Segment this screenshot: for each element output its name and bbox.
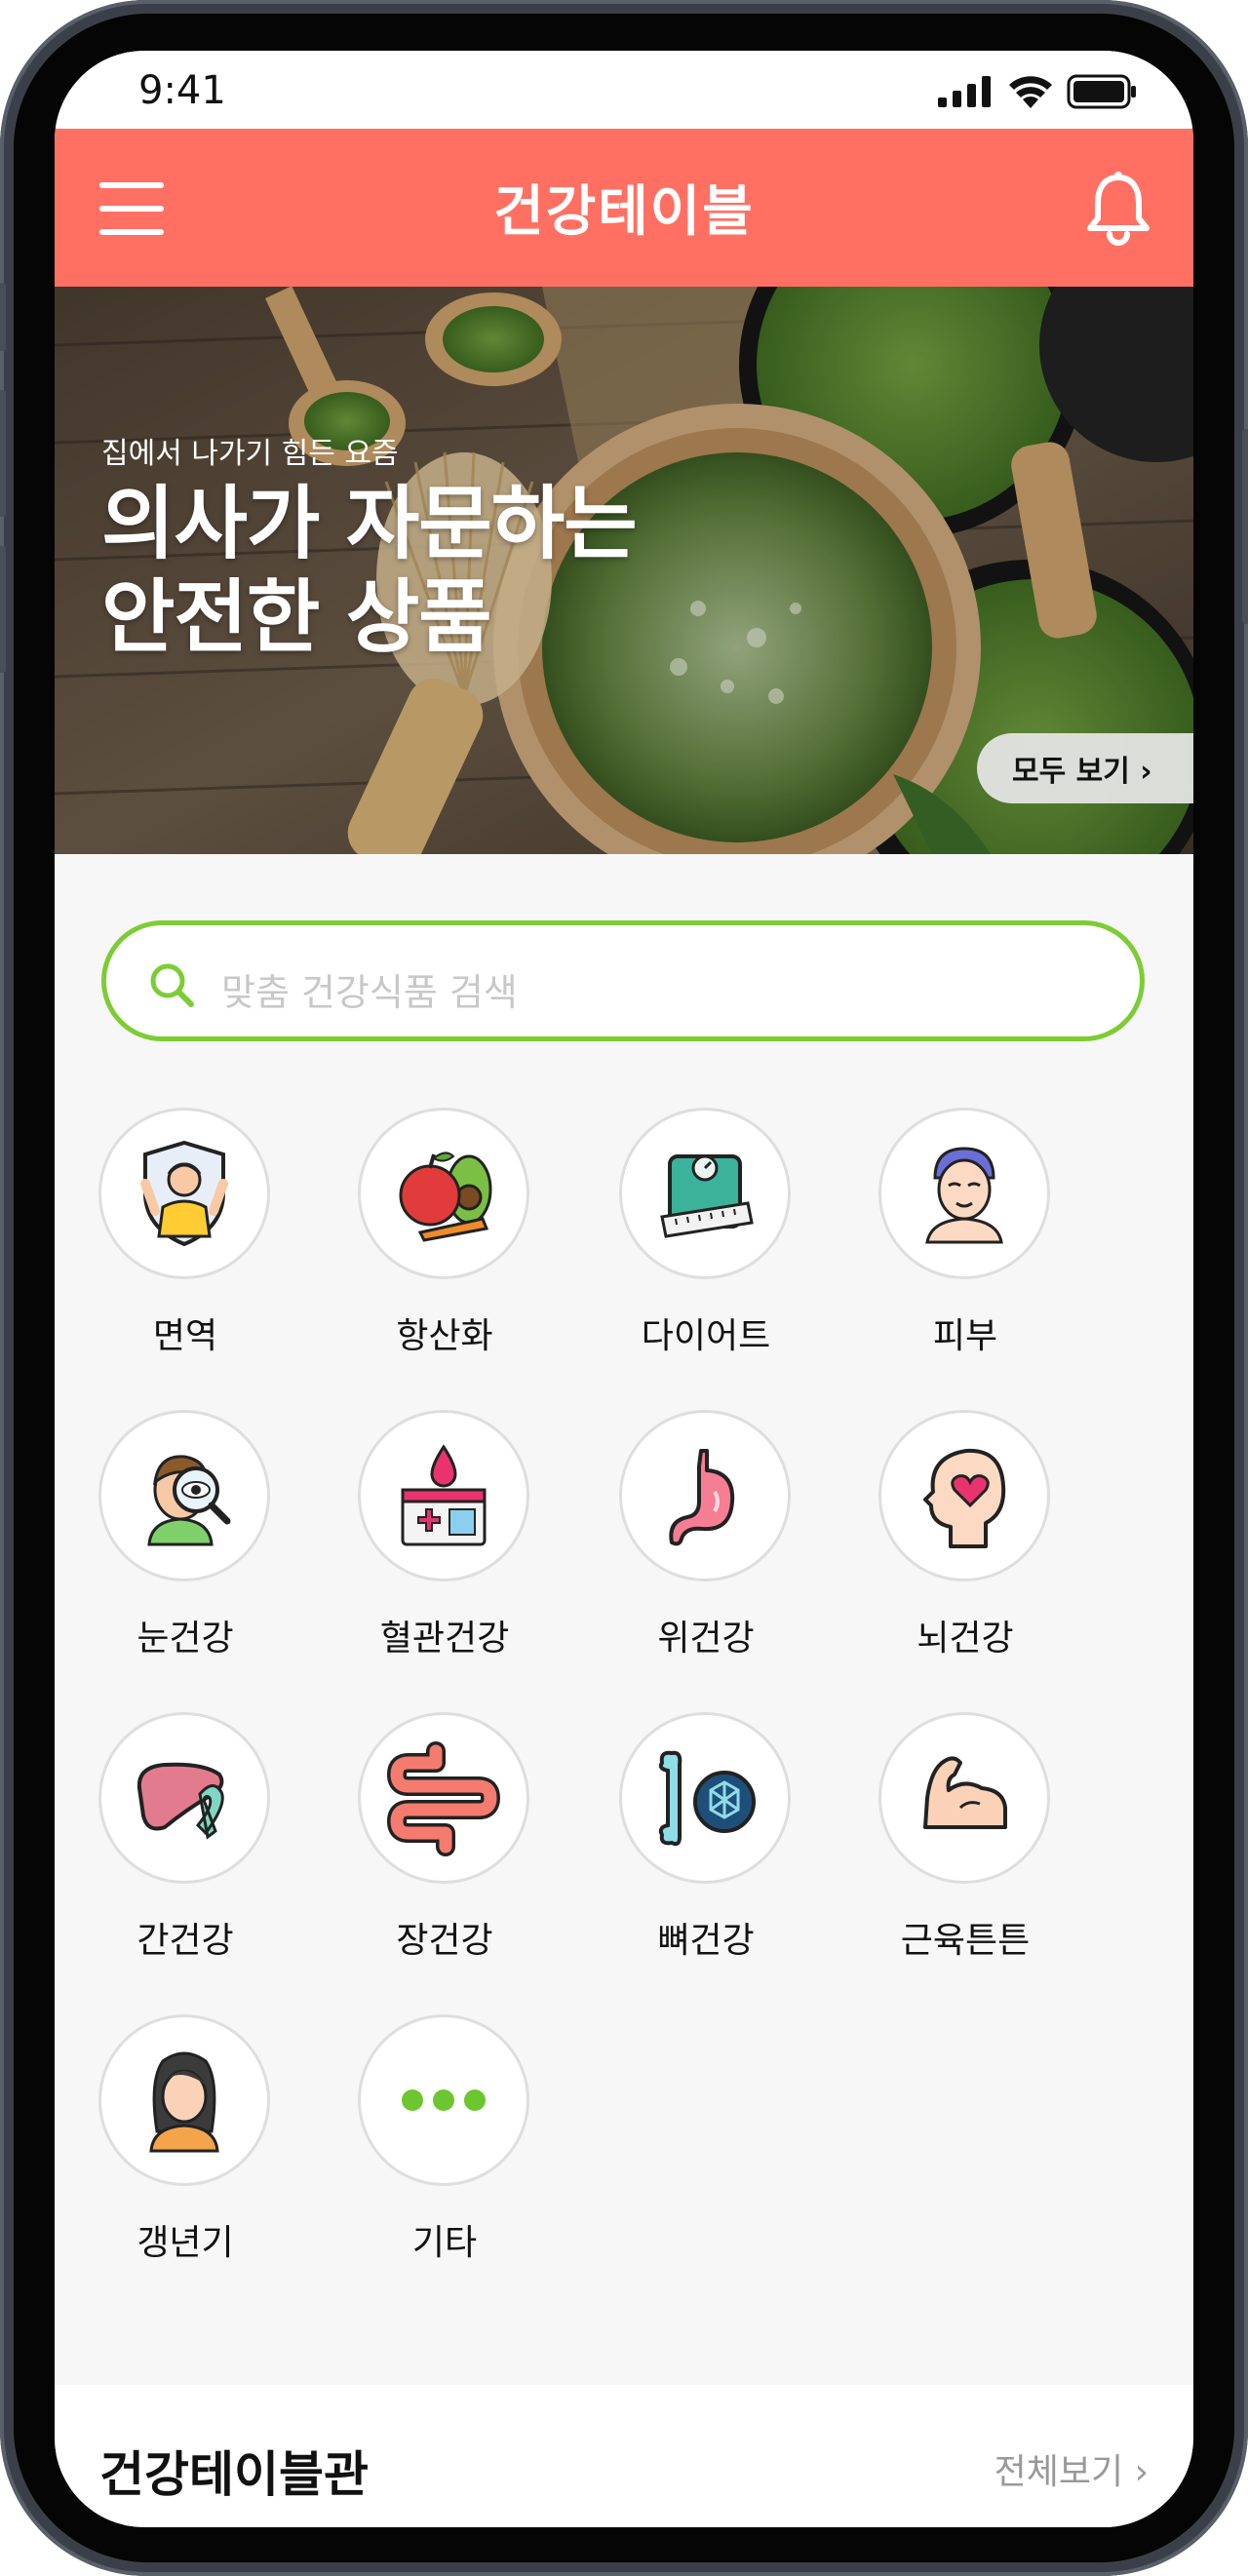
category-skin[interactable]: 피부 <box>835 1108 1096 1390</box>
category-label: 피부 <box>932 1316 998 1356</box>
app-screen: 9:41 건강테이블 집에서 나가기 힘든 요즘 의사가 자문하는 안전한 상품… <box>55 51 1193 2527</box>
category-immunity[interactable]: 면역 <box>55 1108 316 1390</box>
status-time: 9:41 <box>138 68 226 113</box>
section-view-all-link[interactable]: 전체보기 › <box>994 2443 1149 2494</box>
search-placeholder: 맞춤 건강식품 검색 <box>221 971 518 1014</box>
app-header: 건강테이블 <box>55 129 1193 287</box>
category-icon-circle <box>358 1410 529 1581</box>
stomach-icon <box>669 1449 735 1546</box>
immunity-icon <box>140 1140 228 1247</box>
brain-heart-icon <box>923 1448 1006 1548</box>
intestine-icon <box>387 1741 500 1856</box>
signal-icon <box>938 76 991 107</box>
category-label: 뼈건강 <box>657 1921 755 1961</box>
category-menopause[interactable]: 갱년기 <box>55 2014 316 2297</box>
category-label: 장건강 <box>396 1921 493 1961</box>
category-eye[interactable]: 눈건강 <box>55 1410 316 1693</box>
muscle-arm-icon <box>923 1756 1007 1829</box>
scale-tape-icon <box>660 1154 754 1238</box>
category-label: 다이어트 <box>641 1316 771 1356</box>
category-blood-vessel[interactable]: 혈관건강 <box>314 1410 575 1693</box>
category-bone[interactable]: 뼈건강 <box>575 1712 837 1995</box>
hero-title-line: 의사가 자문하는 <box>101 478 638 570</box>
notification-button[interactable] <box>1084 170 1152 248</box>
view-all-button[interactable]: 모두 보기 › <box>977 733 1193 803</box>
category-label: 면역 <box>152 1316 218 1356</box>
category-icon-circle <box>619 1410 791 1581</box>
skincare-face-icon <box>925 1147 1003 1244</box>
app-title: 건강테이블 <box>493 180 755 244</box>
eye-magnifier-icon <box>147 1455 231 1546</box>
mute-switch <box>0 283 6 351</box>
section-title: 건강테이블관 <box>99 2446 369 2503</box>
liver-ribbon-icon <box>136 1762 224 1840</box>
fruit-vegetable-icon <box>399 1151 492 1242</box>
volume-up-button <box>0 390 6 517</box>
category-label: 항산화 <box>396 1316 493 1356</box>
category-brain[interactable]: 뇌건강 <box>835 1410 1096 1693</box>
health-table-section: 건강테이블관 전체보기 › <box>55 2385 1193 2527</box>
volume-down-button <box>0 546 6 673</box>
status-bar: 9:41 <box>55 51 1193 129</box>
search-icon <box>150 963 194 1007</box>
search-input[interactable]: 맞춤 건강식품 검색 <box>101 920 1145 1041</box>
category-icon-circle <box>358 2014 529 2186</box>
category-icon-circle <box>98 1410 270 1581</box>
category-label: 갱년기 <box>136 2223 234 2263</box>
status-icons <box>938 74 1137 109</box>
category-icon-circle <box>878 1712 1050 1884</box>
category-label: 눈건강 <box>136 1619 234 1659</box>
category-icon-circle <box>98 1108 270 1279</box>
wifi-icon <box>1009 76 1052 108</box>
category-diet[interactable]: 다이어트 <box>575 1108 837 1390</box>
category-label: 뇌건강 <box>916 1619 1014 1659</box>
more-dots-icon <box>402 2089 486 2111</box>
hero-title: 의사가 자문하는 안전한 상품 <box>101 478 638 665</box>
category-antioxidant[interactable]: 항산화 <box>314 1108 575 1390</box>
category-liver[interactable]: 간건강 <box>55 1712 316 1995</box>
category-intestine[interactable]: 장건강 <box>314 1712 575 1995</box>
category-icon-circle <box>878 1410 1050 1581</box>
category-icon-circle <box>619 1712 791 1884</box>
hero-banner[interactable]: 집에서 나가기 힘든 요즘 의사가 자문하는 안전한 상품 모두 보기 › <box>55 287 1193 854</box>
category-stomach[interactable]: 위건강 <box>575 1410 837 1693</box>
bell-icon <box>1087 172 1150 246</box>
category-icon-circle <box>98 2014 270 2186</box>
category-label: 간건강 <box>136 1921 234 1961</box>
category-icon-circle <box>619 1108 791 1279</box>
category-label: 근육튼튼 <box>900 1921 1031 1961</box>
blood-test-icon <box>401 1444 487 1546</box>
category-icon-circle <box>98 1712 270 1884</box>
category-muscle[interactable]: 근육튼튼 <box>835 1712 1096 1995</box>
category-icon-circle <box>878 1108 1050 1279</box>
category-icon-circle <box>358 1712 529 1884</box>
category-label: 기타 <box>411 2223 478 2263</box>
bone-icon <box>658 1750 756 1847</box>
power-button <box>1242 429 1248 624</box>
category-label: 혈관건강 <box>379 1619 510 1659</box>
hero-subtitle: 집에서 나가기 힘든 요즘 <box>101 437 399 471</box>
woman-icon <box>149 2051 219 2153</box>
battery-icon <box>1067 74 1136 109</box>
hero-title-line: 안전한 상품 <box>101 571 492 664</box>
category-label: 위건강 <box>657 1619 755 1659</box>
category-other[interactable]: 기타 <box>314 2014 575 2297</box>
category-icon-circle <box>358 1108 529 1279</box>
phone-frame: 9:41 건강테이블 집에서 나가기 힘든 요즘 의사가 자문하는 안전한 상품… <box>0 0 1248 2576</box>
